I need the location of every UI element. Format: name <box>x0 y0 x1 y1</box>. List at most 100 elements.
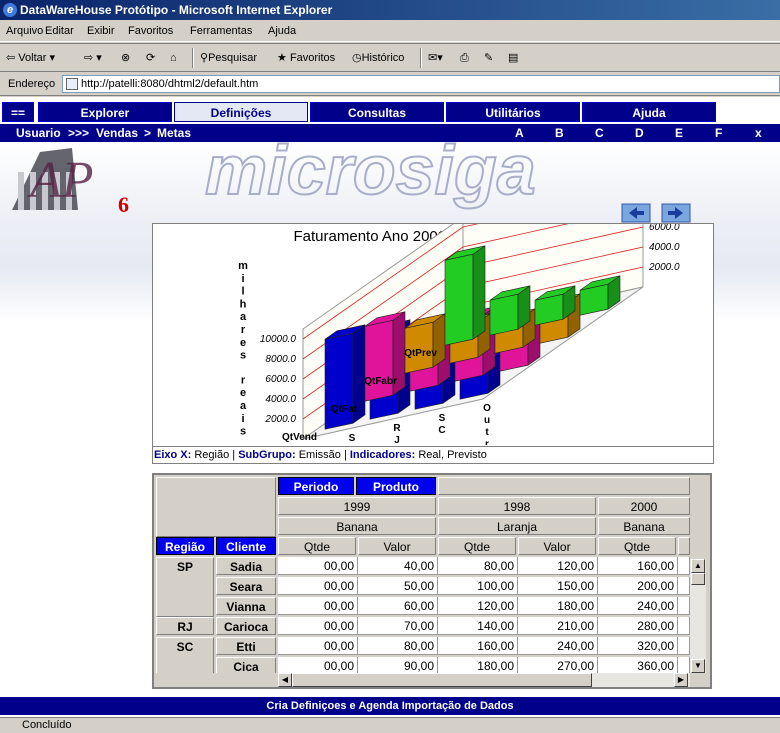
table-body: SP RJ SC Sadia 00,00 40,00 80,00 120,00 160,0… <box>154 557 690 673</box>
table-cell[interactable]: 90,00 <box>358 657 438 673</box>
nav-consultas[interactable]: Consultas <box>310 102 444 122</box>
scroll-right-button[interactable]: ▶ <box>674 673 688 687</box>
table-cell[interactable]: 40,00 <box>358 557 438 575</box>
menu-favoritos[interactable]: Favoritos <box>128 25 173 37</box>
dim-periodo[interactable]: Periodo <box>278 477 354 495</box>
print-button[interactable]: ⎙ <box>460 50 469 66</box>
home-button[interactable]: ⌂ <box>170 50 177 66</box>
table-cell[interactable]: 00,00 <box>278 637 358 655</box>
table-cell[interactable]: 00,00 <box>278 557 358 575</box>
table-cell[interactable]: 70,00 <box>358 617 438 635</box>
series-label: QtFabr <box>364 376 397 387</box>
y-axis-letter: s <box>240 350 246 362</box>
menu-exibir[interactable]: Exibir <box>87 25 115 37</box>
letter-d[interactable]: D <box>635 124 644 142</box>
table-cell[interactable]: 00,00 <box>278 577 358 595</box>
letter-f[interactable]: F <box>715 124 722 142</box>
table-cell[interactable]: 180,00 <box>438 657 518 673</box>
menu-ferramentas[interactable]: Ferramentas <box>190 25 252 37</box>
category-label: S <box>349 433 356 444</box>
bar-QtFabr-S <box>364 311 406 402</box>
breadcrumb-page[interactable]: Metas <box>157 124 191 142</box>
table-cell[interactable]: 200,00 <box>598 577 678 595</box>
home-icon: ⌂ <box>170 52 177 64</box>
table-cell[interactable]: 240,00 <box>518 637 598 655</box>
window-title: DataWareHouse Protótipo - Microsoft Inte… <box>20 3 333 17</box>
address-input[interactable]: http://patelli:8080/dhtml2/default.htm <box>62 75 780 93</box>
refresh-button[interactable]: ⟳ <box>146 50 155 66</box>
measure-header: Valor <box>518 537 596 555</box>
dim-produto[interactable]: Produto <box>356 477 436 495</box>
table-cell[interactable]: 140,00 <box>438 617 518 635</box>
table-cell[interactable]: 160,00 <box>438 637 518 655</box>
vertical-scrollbar[interactable]: ▲ ▼ <box>690 559 706 673</box>
close-letter[interactable]: x <box>755 124 762 142</box>
bar-QtVend-S <box>444 245 486 346</box>
category-label: J <box>394 435 400 445</box>
y-tick-label: 6000.0 <box>265 374 296 385</box>
breadcrumb-user[interactable]: Usuario <box>16 124 61 142</box>
nav-explorer[interactable]: Explorer <box>38 102 172 122</box>
y-tick-label: 6000.0 <box>649 224 680 233</box>
letter-b[interactable]: B <box>555 124 564 142</box>
y-axis-letter: e <box>240 387 246 399</box>
scroll-left-button[interactable]: ◀ <box>278 673 292 687</box>
toolbar: ⇦ Voltar ▾ ⇨ ▾ ⊗ ⟳ ⌂ ⚲Pesquisar ★ Favori… <box>0 43 780 72</box>
dim-regiao[interactable]: Região <box>156 537 214 555</box>
series-label: QtFat <box>331 404 358 415</box>
table-cell[interactable]: 320,00 <box>598 637 678 655</box>
scroll-thumb[interactable] <box>691 573 705 585</box>
table-cell[interactable]: 00,00 <box>278 657 358 673</box>
svg-text:AP: AP <box>27 152 94 209</box>
brand-watermark: microsiga <box>205 142 536 209</box>
menu-arquivo[interactable]: Arquivo <box>6 25 43 37</box>
chart-axis-info: Eixo X: Região | SubGrupo: Emissão | Ind… <box>153 446 713 463</box>
product-header: Banana <box>278 517 436 535</box>
client-cell: Vianna <box>216 597 276 615</box>
stop-button[interactable]: ⊗ <box>121 50 130 66</box>
menu-editar[interactable]: Editar <box>45 25 74 37</box>
hscroll-thumb[interactable] <box>292 673 592 687</box>
nav-definicoes[interactable]: Definições <box>174 102 308 122</box>
nav-utilitarios[interactable]: Utilitários <box>446 102 580 122</box>
table-cell[interactable]: 00,00 <box>278 597 358 615</box>
table-cell[interactable]: 150,00 <box>518 577 598 595</box>
table-cell[interactable]: 00,00 <box>278 617 358 635</box>
mail-button[interactable]: ✉▾ <box>428 50 443 66</box>
nav-ajuda[interactable]: Ajuda <box>582 102 716 122</box>
table-cell[interactable]: 270,00 <box>518 657 598 673</box>
table-cell[interactable]: 360,00 <box>598 657 678 673</box>
table-cell[interactable]: 50,00 <box>358 577 438 595</box>
table-cell[interactable]: 210,00 <box>518 617 598 635</box>
table-cell[interactable]: 280,00 <box>598 617 678 635</box>
table-cell[interactable]: 80,00 <box>358 637 438 655</box>
discuss-button[interactable]: ▤ <box>508 50 518 66</box>
table-cell[interactable]: 80,00 <box>438 557 518 575</box>
table-cell[interactable]: 100,00 <box>438 577 518 595</box>
table-cell[interactable]: 240,00 <box>598 597 678 615</box>
letter-c[interactable]: C <box>595 124 604 142</box>
history-button[interactable]: ◷Histórico <box>352 50 404 66</box>
forward-button[interactable]: ⇨ ▾ <box>84 50 102 66</box>
mail-icon: ✉ <box>428 52 438 64</box>
table-cell[interactable]: 180,00 <box>518 597 598 615</box>
y-tick-label: 4000.0 <box>649 242 680 253</box>
table-cell[interactable]: 60,00 <box>358 597 438 615</box>
table-cell[interactable]: 120,00 <box>518 557 598 575</box>
letter-a[interactable]: A <box>515 124 524 142</box>
back-button[interactable]: ⇦ Voltar ▾ <box>6 50 55 66</box>
favorites-button[interactable]: ★ Favoritos <box>277 50 335 66</box>
search-button[interactable]: ⚲Pesquisar <box>200 50 257 66</box>
scroll-down-button[interactable]: ▼ <box>691 659 705 673</box>
breadcrumb-section[interactable]: Vendas <box>96 124 138 142</box>
nav-toggle-button[interactable]: == <box>2 102 34 122</box>
search-icon: ⚲ <box>200 52 209 64</box>
scroll-up-button[interactable]: ▲ <box>691 559 705 573</box>
letter-e[interactable]: E <box>675 124 683 142</box>
dim-cliente[interactable]: Cliente <box>216 537 276 555</box>
table-cell[interactable]: 120,00 <box>438 597 518 615</box>
menu-ajuda[interactable]: Ajuda <box>268 25 296 37</box>
table-cell[interactable]: 160,00 <box>598 557 678 575</box>
horizontal-scrollbar[interactable]: ◀ ▶ <box>278 673 690 687</box>
edit-button[interactable]: ✎ <box>484 50 493 66</box>
